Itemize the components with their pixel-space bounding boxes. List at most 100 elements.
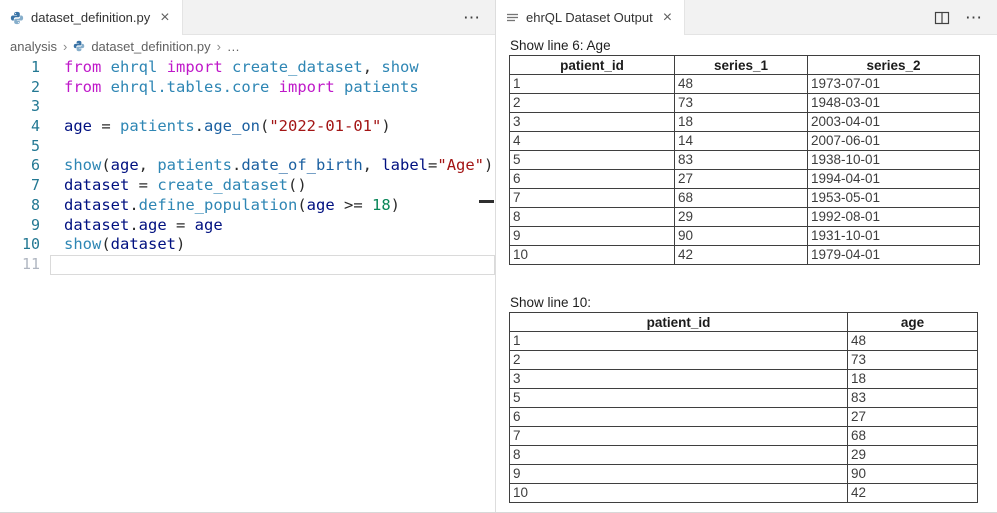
table-cell: 68 xyxy=(848,427,978,446)
code-token: import xyxy=(279,78,335,96)
code-token: age_on xyxy=(204,117,260,135)
code-token: from xyxy=(64,58,101,76)
code-line[interactable]: 10 show(dataset) xyxy=(0,235,495,255)
table-row: 990 xyxy=(510,465,978,484)
output-heading: Show line 6: Age xyxy=(510,38,984,53)
code-token: define_population xyxy=(139,196,298,214)
code-token: ) xyxy=(484,156,493,174)
table-cell: 2007-06-01 xyxy=(808,132,980,151)
code-token: () xyxy=(288,176,307,194)
line-number: 1 xyxy=(0,58,40,78)
table-row: 9901931-10-01 xyxy=(510,227,980,246)
code-token: dataset xyxy=(111,235,176,253)
code-token: patients xyxy=(120,117,195,135)
table-cell: 90 xyxy=(675,227,808,246)
code-line[interactable]: 4age = patients.age_on("2022-01-01") xyxy=(0,117,495,137)
line-number: 6 xyxy=(0,156,40,176)
code-token: . xyxy=(195,117,204,135)
table-cell: 10 xyxy=(510,246,675,265)
tab-dataset-definition[interactable]: dataset_definition.py × xyxy=(0,0,183,35)
table-cell: 68 xyxy=(675,189,808,208)
code-token: , xyxy=(363,156,382,174)
line-number: 4 xyxy=(0,117,40,137)
code-line[interactable]: 7dataset = create_dataset() xyxy=(0,176,495,196)
code-token: , xyxy=(363,58,382,76)
table-cell: 1953-05-01 xyxy=(808,189,980,208)
code-line[interactable]: 1from ehrql import create_dataset, show xyxy=(0,58,495,78)
code-line[interactable]: 11 xyxy=(0,255,495,275)
tab-label: ehrQL Dataset Output xyxy=(526,10,653,25)
close-icon[interactable]: × xyxy=(160,10,169,26)
code-token: = xyxy=(167,216,195,234)
code-token: create_dataset xyxy=(232,58,363,76)
code-line[interactable]: 8dataset.define_population(age >= 18) xyxy=(0,196,495,216)
table-cell: 9 xyxy=(510,227,675,246)
line-number: 10 xyxy=(0,235,40,255)
code-token xyxy=(223,58,232,76)
table-cell: 2 xyxy=(510,94,675,113)
code-text: show(dataset) xyxy=(50,235,495,255)
code-token: patients xyxy=(157,156,232,174)
table-row: 7681953-05-01 xyxy=(510,189,980,208)
code-line[interactable]: 2from ehrql.tables.core import patients xyxy=(0,78,495,98)
code-token: age xyxy=(195,216,223,234)
code-line[interactable]: 6 show(age, patients.date_of_birth, label… xyxy=(0,156,495,176)
code-token: ( xyxy=(101,156,110,174)
table-header-row: patient_idage xyxy=(510,313,978,332)
code-editor[interactable]: 1from ehrql import create_dataset, show2… xyxy=(0,57,495,512)
more-actions-icon[interactable]: ⋯ xyxy=(965,8,983,28)
table-row: 318 xyxy=(510,370,978,389)
table-cell: 83 xyxy=(675,151,808,170)
table-cell: 5 xyxy=(510,151,675,170)
table-cell: 1948-03-01 xyxy=(808,94,980,113)
breadcrumb-symbol-more[interactable]: … xyxy=(227,39,240,54)
code-text: dataset.age = age xyxy=(50,216,495,236)
code-line[interactable]: 3 xyxy=(0,97,495,117)
tab-ehrql-dataset-output[interactable]: ehrQL Dataset Output × xyxy=(496,0,685,35)
split-editor-icon[interactable] xyxy=(934,11,950,25)
code-token: = xyxy=(428,156,437,174)
breadcrumb-folder[interactable]: analysis xyxy=(10,39,57,54)
code-token: ) xyxy=(381,117,390,135)
table-cell: 4 xyxy=(510,132,675,151)
code-token: ) xyxy=(176,235,185,253)
table-row: 829 xyxy=(510,446,978,465)
output-pane: ehrQL Dataset Output × ⋯ Show line 6: Ag… xyxy=(496,0,997,512)
table-cell: 73 xyxy=(675,94,808,113)
code-token xyxy=(101,78,110,96)
code-token: date_of_birth xyxy=(241,156,362,174)
code-token xyxy=(157,58,166,76)
table-cell: 3 xyxy=(510,113,675,132)
python-icon xyxy=(73,40,85,52)
code-token: patients xyxy=(344,78,419,96)
code-token: show xyxy=(64,235,101,253)
table-cell: 2003-04-01 xyxy=(808,113,980,132)
code-token: show xyxy=(64,156,101,174)
close-icon[interactable]: × xyxy=(663,10,672,26)
table-row: 148 xyxy=(510,332,978,351)
code-token: ( xyxy=(101,235,110,253)
table-header-cell: patient_id xyxy=(510,56,675,75)
table-cell: 7 xyxy=(510,189,675,208)
table-cell: 14 xyxy=(675,132,808,151)
code-token: dataset xyxy=(64,176,129,194)
chevron-right-icon: › xyxy=(217,39,221,54)
table-header-cell: age xyxy=(848,313,978,332)
code-line[interactable]: 5 xyxy=(0,137,495,157)
table-cell: 1992-08-01 xyxy=(808,208,980,227)
table-cell: 1979-04-01 xyxy=(808,246,980,265)
code-text xyxy=(50,255,495,275)
breadcrumb-file[interactable]: dataset_definition.py xyxy=(91,39,210,54)
table-cell: 48 xyxy=(848,332,978,351)
table-row: 4142007-06-01 xyxy=(510,132,980,151)
table-cell: 73 xyxy=(848,351,978,370)
code-token: 18 xyxy=(372,196,391,214)
table-cell: 9 xyxy=(510,465,848,484)
code-text: show(age, patients.date_of_birth, label=… xyxy=(50,156,495,176)
code-token: ) xyxy=(391,196,400,214)
table-cell: 6 xyxy=(510,170,675,189)
code-line[interactable]: 9 dataset.age = age xyxy=(0,216,495,236)
more-actions-icon[interactable]: ⋯ xyxy=(463,8,481,28)
line-number: 9 xyxy=(0,216,40,236)
code-text xyxy=(50,97,495,117)
